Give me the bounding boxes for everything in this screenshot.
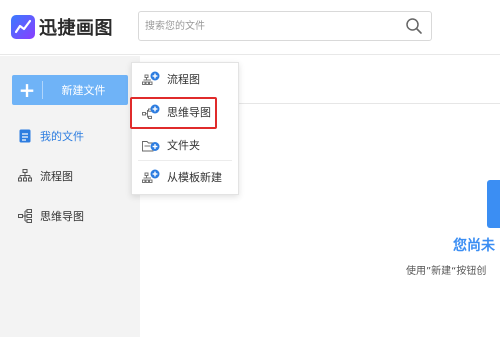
app-logo[interactable]: 迅捷画图 (11, 14, 113, 40)
template-add-icon (142, 169, 160, 185)
sidebar-item-label: 我的文件 (40, 130, 84, 143)
app-header: 迅捷画图 (0, 0, 500, 55)
file-icon (18, 129, 32, 143)
folder-add-icon (142, 137, 160, 153)
menu-separator (138, 160, 232, 161)
empty-state-title: 您尚未 (453, 238, 495, 254)
mindmap-add-icon (142, 104, 160, 120)
new-file-menu: 流程图 思维导图 文件夹 从模板新建 (131, 62, 239, 195)
search-box[interactable] (138, 11, 432, 41)
menu-item-label: 流程图 (167, 73, 200, 86)
sidebar-item-mindmap[interactable]: 思维导图 (0, 203, 140, 229)
new-file-label: 新建文件 (61, 84, 106, 97)
sidebar-item-label: 流程图 (40, 170, 73, 183)
menu-item-label: 文件夹 (167, 139, 200, 152)
empty-state-illustration (487, 180, 500, 228)
empty-state-description: 使用”新建“按钮创 (406, 266, 487, 277)
flowchart-icon (18, 169, 32, 183)
mindmap-icon (18, 209, 32, 223)
new-file-button[interactable]: + 新建文件 (12, 75, 128, 105)
sidebar-item-flowchart[interactable]: 流程图 (0, 163, 140, 189)
menu-item-label: 从模板新建 (167, 171, 222, 184)
search-input[interactable] (139, 12, 399, 40)
sidebar: + 新建文件 我的文件 流程图 思维导图 (0, 56, 140, 337)
menu-item-mindmap[interactable]: 思维导图 (132, 99, 238, 125)
menu-item-flowchart[interactable]: 流程图 (132, 66, 238, 92)
menu-item-folder[interactable]: 文件夹 (132, 132, 238, 158)
menu-item-label: 思维导图 (167, 106, 211, 119)
app-title: 迅捷画图 (39, 18, 113, 39)
logo-icon (11, 15, 35, 39)
menu-item-from-template[interactable]: 从模板新建 (132, 164, 238, 190)
sidebar-item-my-files[interactable]: 我的文件 (0, 123, 140, 149)
flowchart-add-icon (142, 71, 160, 87)
search-icon[interactable] (405, 17, 423, 35)
sidebar-item-label: 思维导图 (40, 210, 84, 223)
plus-icon: + (18, 78, 36, 102)
